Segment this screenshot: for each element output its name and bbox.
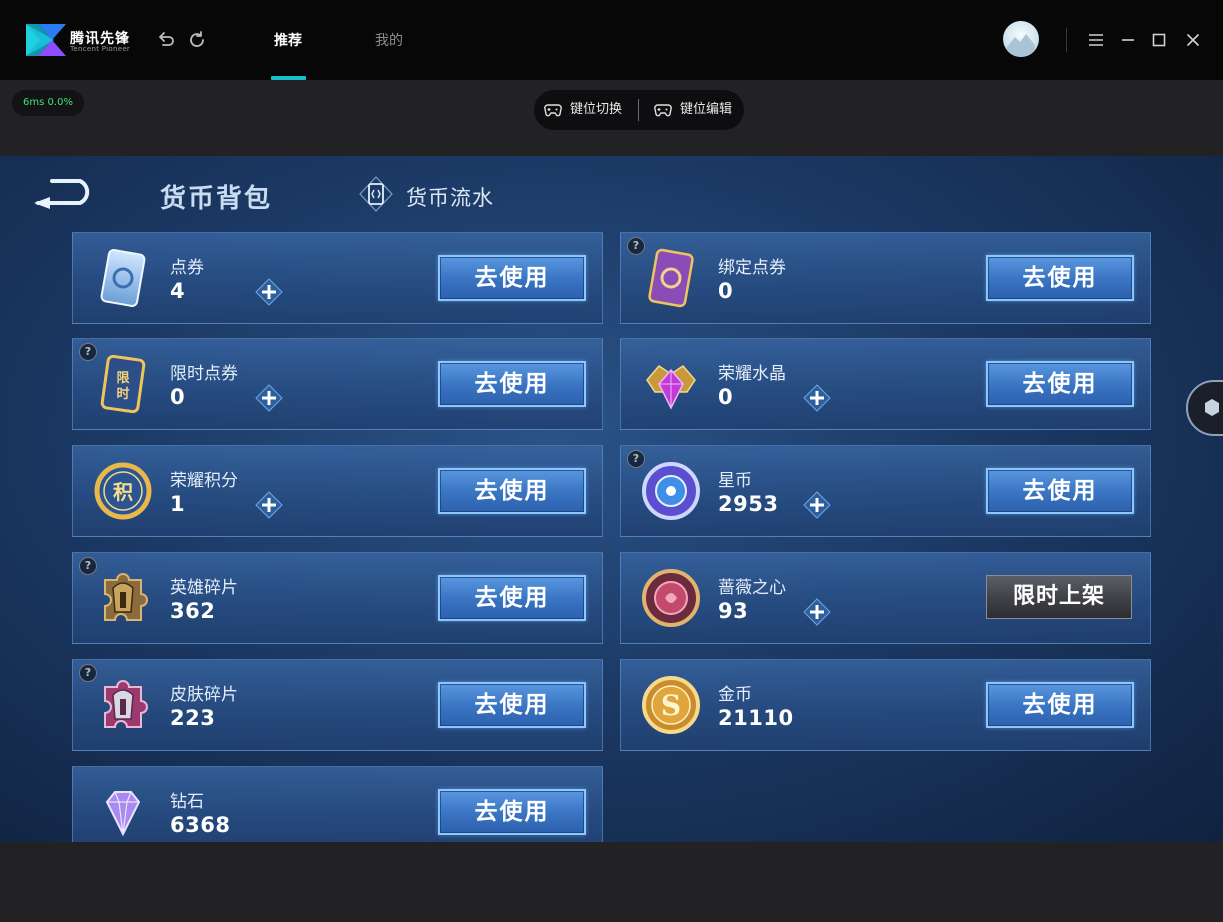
tab-recommend[interactable]: 推荐: [274, 30, 302, 50]
currency-name: 点券: [170, 258, 204, 278]
currency-name: 绑定点券: [718, 258, 786, 278]
currency-card-gold-coin: S 金币 21110 去使用: [620, 659, 1151, 751]
tab-mine[interactable]: 我的: [375, 30, 403, 50]
currency-name: 钻石: [170, 792, 204, 812]
avatar-image-icon: [1007, 34, 1035, 57]
currency-card-star-coin: ? 星币 2953 去使用: [620, 445, 1151, 537]
currency-value: 1: [170, 492, 186, 516]
use-button[interactable]: 去使用: [438, 361, 586, 407]
currency-name: 英雄碎片: [170, 578, 238, 598]
latency-indicator: 6ms 0.0%: [12, 90, 84, 116]
ledger-label: 货币流水: [406, 186, 494, 210]
add-icon[interactable]: [802, 490, 832, 520]
ledger-icon: [359, 176, 393, 212]
star-coin-icon: [642, 462, 700, 520]
add-icon[interactable]: [802, 597, 832, 627]
add-icon[interactable]: [254, 383, 284, 413]
use-button[interactable]: 去使用: [438, 575, 586, 621]
side-menu-handle[interactable]: [1186, 380, 1223, 436]
currency-card-skin-fragment: ? 皮肤碎片 223 去使用: [72, 659, 603, 751]
gold-coin-icon: S: [642, 676, 700, 734]
app-window: 腾讯先锋 Tencent Pioneer 推荐 我的 6ms 0.0% 键位切换…: [0, 0, 1223, 922]
currency-value: 2953: [718, 492, 779, 516]
refresh-icon[interactable]: [185, 28, 209, 52]
use-button[interactable]: 去使用: [986, 682, 1134, 728]
active-tab-indicator: [271, 76, 306, 80]
use-button[interactable]: 去使用: [986, 468, 1134, 514]
currency-name: 星币: [718, 471, 752, 491]
close-icon[interactable]: [1181, 28, 1205, 52]
limited-coupon-icon: 限 时: [100, 354, 146, 414]
bound-coupon-icon: [648, 248, 694, 308]
skin-fragment-icon: [104, 680, 148, 728]
gamepad-edit-icon: [654, 104, 672, 117]
currency-value: 93: [718, 599, 749, 623]
currency-card-coupon: 点券 4 去使用: [72, 232, 603, 324]
currency-name: 荣耀积分: [170, 471, 238, 491]
currency-card-rose-heart: 蔷薇之心 93 限时上架: [620, 552, 1151, 644]
currency-value: 0: [718, 279, 734, 303]
coupon-card-icon: [100, 249, 146, 307]
diamond-icon: [105, 791, 141, 837]
currency-value: 0: [170, 385, 186, 409]
page-title: 货币背包: [160, 184, 273, 214]
currency-card-glory-points: 积 荣耀积分 1 去使用: [72, 445, 603, 537]
bottom-bar: [0, 842, 1223, 922]
currency-card-diamond: 钻石 6368 去使用: [72, 766, 603, 842]
currency-name: 蔷薇之心: [718, 578, 786, 598]
menu-icon[interactable]: [1084, 28, 1108, 52]
minimize-icon[interactable]: [1116, 28, 1140, 52]
hero-fragment-icon: [104, 573, 148, 621]
currency-card-glory-crystal: 荣耀水晶 0 去使用: [620, 338, 1151, 430]
currency-card-bound-coupon: ? 绑定点券 0 去使用: [620, 232, 1151, 324]
svg-text:限: 限: [116, 371, 130, 386]
use-button[interactable]: 去使用: [438, 255, 586, 301]
rose-heart-icon: [642, 569, 700, 627]
game-viewport: 货币背包 货币流水 点券 4 去使用 ? 限 时 限时点券 0 去使用 积 荣耀…: [0, 156, 1223, 842]
key-edit-label: 键位编辑: [680, 102, 733, 117]
maximize-icon[interactable]: [1147, 28, 1171, 52]
hexagon-icon: [1205, 399, 1219, 416]
use-button[interactable]: 去使用: [438, 468, 586, 514]
currency-value: 362: [170, 599, 216, 623]
add-icon[interactable]: [254, 490, 284, 520]
currency-name: 皮肤碎片: [170, 685, 238, 705]
titlebar-divider: [1066, 28, 1067, 52]
use-button[interactable]: 去使用: [986, 361, 1134, 407]
svg-text:S: S: [661, 689, 681, 722]
key-mapping-bar: 键位切换 键位编辑: [534, 90, 744, 130]
add-icon[interactable]: [254, 277, 284, 307]
title-bar: 腾讯先锋 Tencent Pioneer 推荐 我的: [0, 0, 1223, 80]
svg-text:时: 时: [116, 386, 129, 402]
currency-value: 21110: [718, 706, 794, 730]
currency-value: 223: [170, 706, 216, 730]
tencent-pioneer-logo-icon: [26, 24, 66, 56]
undo-icon[interactable]: [154, 28, 178, 52]
glory-points-icon: 积: [94, 462, 152, 520]
key-switch-label: 键位切换: [570, 102, 623, 117]
limited-release-button[interactable]: 限时上架: [986, 575, 1132, 619]
currency-value: 4: [170, 279, 186, 303]
keybar-divider: [638, 99, 639, 121]
use-button[interactable]: 去使用: [438, 789, 586, 835]
currency-card-hero-fragment: ? 英雄碎片 362 去使用: [72, 552, 603, 644]
currency-name: 限时点券: [170, 364, 238, 384]
key-edit-button[interactable]: 键位编辑: [654, 90, 742, 130]
add-icon[interactable]: [802, 383, 832, 413]
glory-crystal-icon: [646, 365, 696, 410]
currency-value: 6368: [170, 813, 231, 837]
use-button[interactable]: 去使用: [986, 255, 1134, 301]
gamepad-icon: [544, 104, 562, 117]
use-button[interactable]: 去使用: [438, 682, 586, 728]
currency-card-limited-coupon: ? 限 时 限时点券 0 去使用: [72, 338, 603, 430]
currency-name: 荣耀水晶: [718, 364, 786, 384]
currency-value: 0: [718, 385, 734, 409]
back-arrow-icon[interactable]: [30, 177, 96, 211]
svg-text:积: 积: [113, 480, 133, 504]
avatar[interactable]: [1003, 21, 1039, 57]
key-switch-button[interactable]: 键位切换: [544, 90, 638, 130]
brand-subtitle: Tencent Pioneer: [70, 45, 131, 53]
currency-name: 金币: [718, 685, 752, 705]
